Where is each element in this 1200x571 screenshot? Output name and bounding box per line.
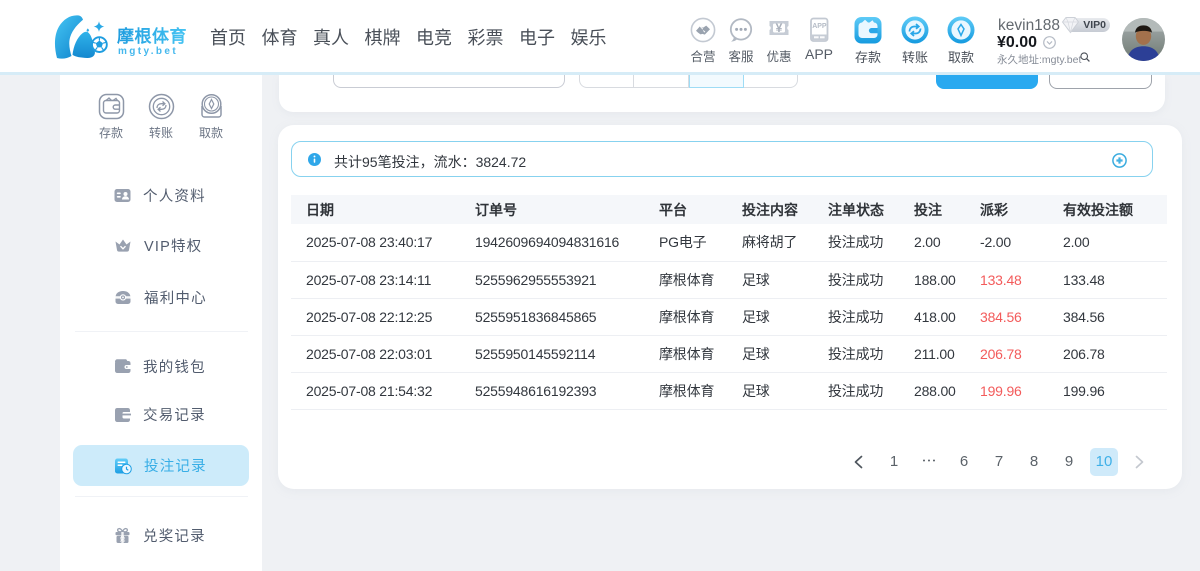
svg-text:兑: 兑 — [120, 534, 126, 542]
svg-text:¥: ¥ — [776, 21, 783, 35]
svg-text:APP: APP — [812, 23, 827, 30]
